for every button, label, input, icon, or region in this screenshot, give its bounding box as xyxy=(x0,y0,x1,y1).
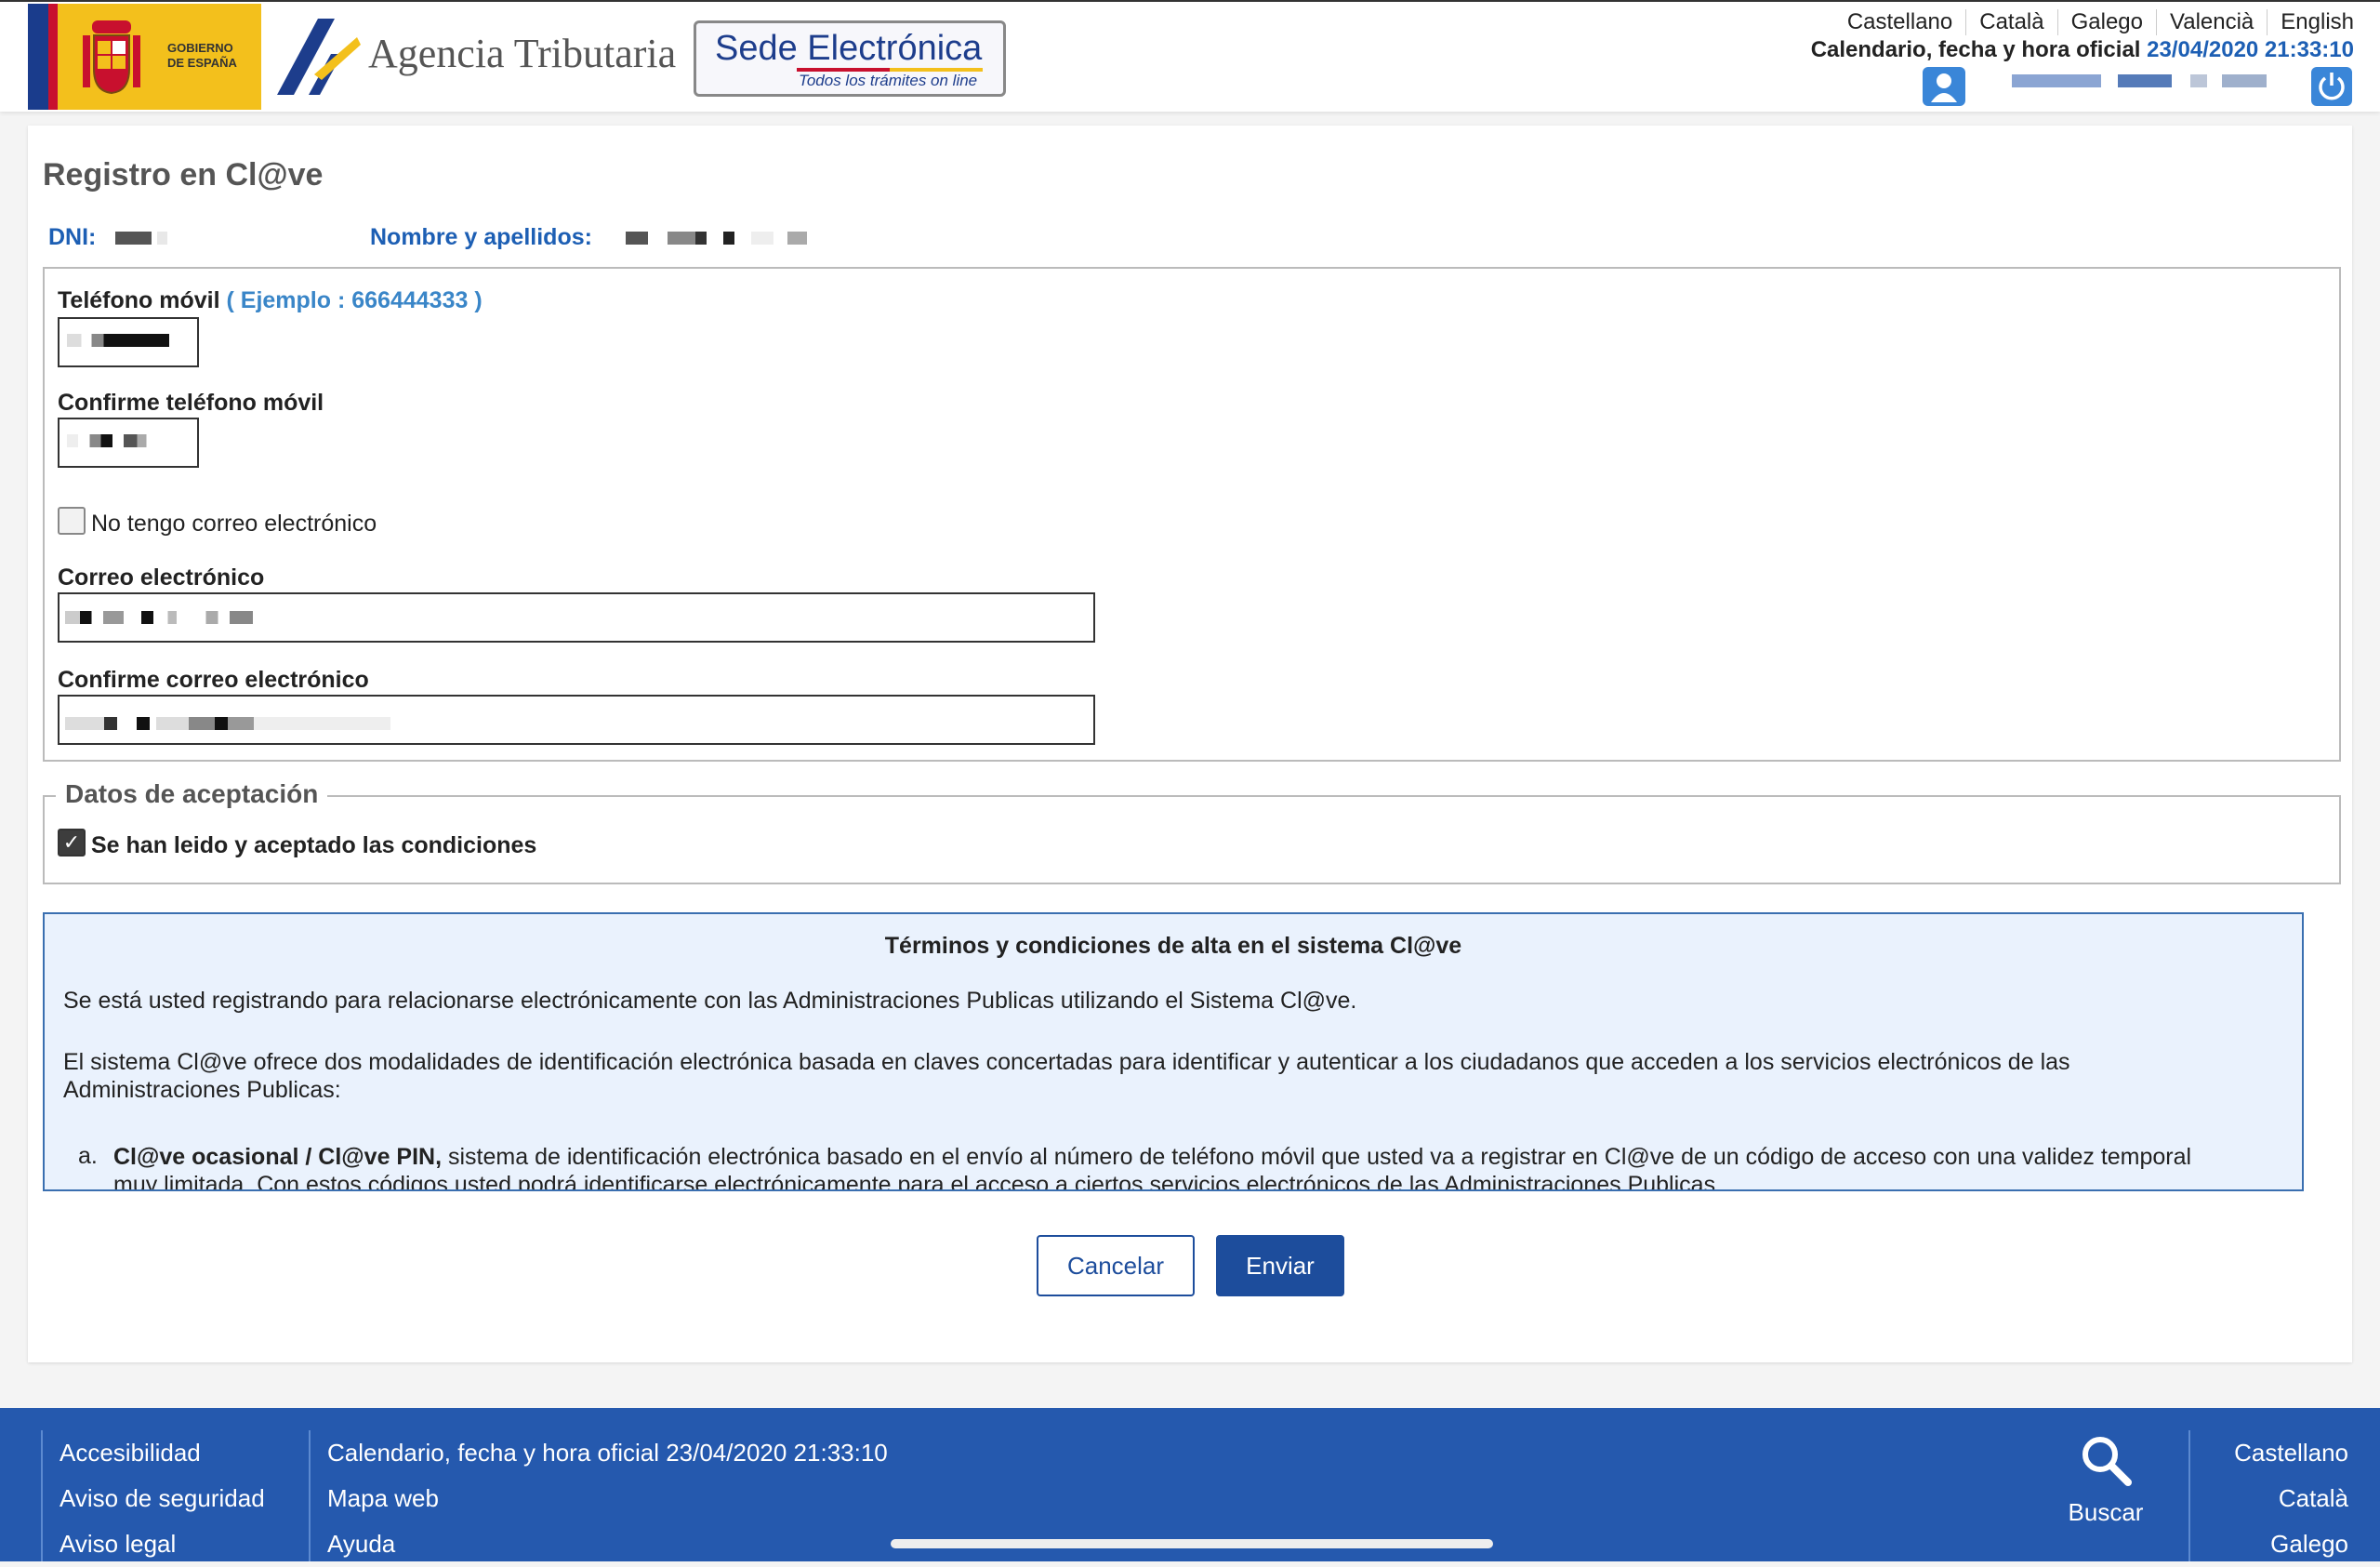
lang-english[interactable]: English xyxy=(2267,9,2354,35)
terms-box[interactable]: Términos y condiciones de alta en el sis… xyxy=(43,912,2304,1191)
email-confirm-input[interactable] xyxy=(58,695,1095,745)
phone-confirm-input[interactable] xyxy=(58,418,199,468)
dni-value-redacted xyxy=(115,232,168,246)
footer-lang-castellano[interactable]: Castellano xyxy=(2209,1430,2348,1476)
search-icon xyxy=(2082,1437,2132,1486)
lang-valencia[interactable]: Valencià xyxy=(2156,9,2267,35)
terms-title: Términos y condiciones de alta en el sis… xyxy=(884,933,1462,959)
footer-link-calendario[interactable]: Calendario, fecha y hora oficial 23/04/2… xyxy=(327,1430,888,1476)
language-selector: Castellano Català Galego Valencià Englis… xyxy=(1834,9,2354,35)
gobierno-espana-logo[interactable]: GOBIERNO DE ESPAÑA xyxy=(28,4,261,110)
phone-input[interactable] xyxy=(58,317,199,367)
footer-lang-galego[interactable]: Galego xyxy=(2209,1521,2348,1567)
name-value-redacted xyxy=(611,232,891,246)
sede-electronica-logo[interactable]: Sede Electrónica Todos los trámites on l… xyxy=(694,20,1006,97)
home-indicator[interactable] xyxy=(891,1539,1493,1548)
lang-catala[interactable]: Català xyxy=(1965,9,2056,35)
lang-castellano[interactable]: Castellano xyxy=(1834,9,1965,35)
footer-links-legal: Accesibilidad Aviso de seguridad Aviso l… xyxy=(41,1430,265,1561)
lang-galego[interactable]: Galego xyxy=(2056,9,2156,35)
footer-search[interactable]: Buscar xyxy=(2064,1432,2148,1527)
phone-label: Teléfono móvil xyxy=(58,287,220,313)
terms-item-marker: a. xyxy=(78,1143,98,1169)
user-icon[interactable] xyxy=(1923,67,1965,106)
footer-links-site: Calendario, fecha y hora oficial 23/04/2… xyxy=(309,1430,888,1561)
eu-flag-strip xyxy=(28,4,58,110)
calendar-label: Calendario, fecha y hora oficial xyxy=(1810,37,2141,62)
name-row: Nombre y apellidos: xyxy=(370,224,891,251)
footer-link-aviso-legal[interactable]: Aviso legal xyxy=(60,1521,265,1567)
no-email-checkbox[interactable] xyxy=(58,507,86,535)
gobierno-text: GOBIERNO DE ESPAÑA xyxy=(167,41,237,70)
footer-languages: Castellano Català Galego xyxy=(2188,1430,2348,1561)
footer-lang-catala[interactable]: Català xyxy=(2209,1476,2348,1521)
terms-item-a-title: Cl@ve ocasional / Cl@ve PIN, xyxy=(113,1144,443,1170)
acceptance-legend: Datos de aceptación xyxy=(56,779,328,809)
email-input[interactable] xyxy=(58,592,1095,643)
sede-subtitle: Todos los trámites on line xyxy=(799,72,978,89)
no-email-label[interactable]: No tengo correo electrónico xyxy=(91,511,377,538)
phone-example: ( Ejemplo : 666444333 ) xyxy=(226,287,483,313)
footer-link-ayuda[interactable]: Ayuda xyxy=(327,1521,888,1567)
footer-link-aviso-seguridad[interactable]: Aviso de seguridad xyxy=(60,1476,265,1521)
acceptance-fieldset: ✓ Se han leido y aceptado las condicione… xyxy=(43,795,2341,884)
terms-paragraph-1: Se está usted registrando para relaciona… xyxy=(63,988,1357,1014)
agency-name[interactable]: Agencia Tributaria xyxy=(368,30,676,77)
footer-link-accesibilidad[interactable]: Accesibilidad xyxy=(60,1430,265,1476)
dni-label: DNI: xyxy=(48,224,97,250)
search-label: Buscar xyxy=(2068,1498,2144,1526)
contact-fieldset: Teléfono móvil ( Ejemplo : 666444333 ) C… xyxy=(43,267,2341,762)
official-calendar[interactable]: Calendario, fecha y hora oficial 23/04/2… xyxy=(1811,37,2354,63)
accept-conditions-label[interactable]: Se han leido y aceptado las condiciones xyxy=(91,832,536,859)
terms-paragraph-2: El sistema Cl@ve ofrece dos modalidades … xyxy=(63,1049,2070,1103)
terms-item-a: Cl@ve ocasional / Cl@ve PIN, sistema de … xyxy=(113,1143,2218,1189)
name-label: Nombre y apellidos: xyxy=(370,224,592,250)
footer-link-mapa-web[interactable]: Mapa web xyxy=(327,1476,888,1521)
power-icon[interactable] xyxy=(2311,67,2352,106)
site-header: GOBIERNO DE ESPAÑA Agencia Tributaria Se… xyxy=(0,0,2380,112)
sede-title: Sede Electrónica xyxy=(715,29,983,68)
user-session-bar xyxy=(1923,67,2285,104)
accept-conditions-checkbox[interactable]: ✓ xyxy=(58,829,86,857)
phone-label-row: Teléfono móvil ( Ejemplo : 666444333 ) xyxy=(58,287,483,314)
send-button[interactable]: Enviar xyxy=(1216,1235,1344,1296)
spain-coat-of-arms-icon xyxy=(83,20,140,95)
registration-panel: Registro en Cl@ve DNI: Nombre y apellido… xyxy=(28,126,2352,1362)
email-label: Correo electrónico xyxy=(58,564,265,591)
email-confirm-label: Confirme correo electrónico xyxy=(58,667,369,693)
phone-confirm-label: Confirme teléfono móvil xyxy=(58,390,324,416)
agencia-tributaria-logo-icon[interactable] xyxy=(277,19,361,95)
cancel-button[interactable]: Cancelar xyxy=(1037,1235,1195,1296)
calendar-datetime: 23/04/2020 21:33:10 xyxy=(2147,37,2354,62)
page-title: Registro en Cl@ve xyxy=(43,157,324,193)
dni-row: DNI: xyxy=(48,224,168,251)
